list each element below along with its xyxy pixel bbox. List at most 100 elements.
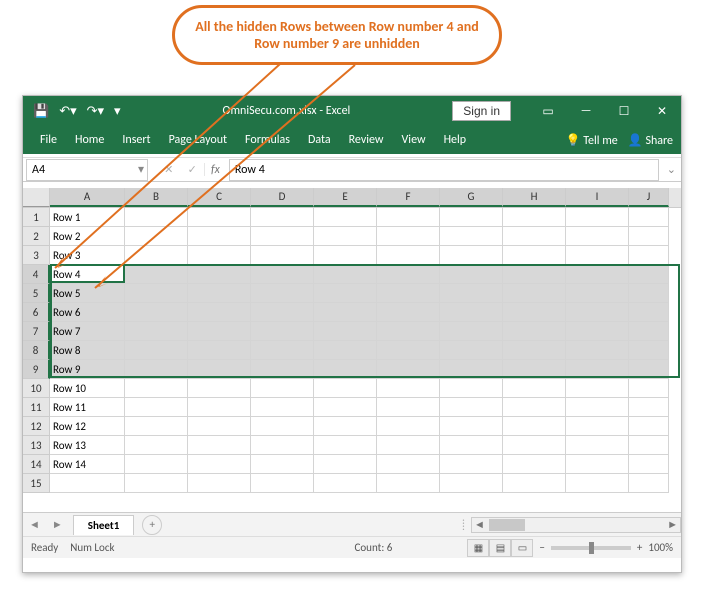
row-header-7[interactable]: 7 [23, 322, 50, 341]
maximize-button[interactable]: ☐ [605, 96, 643, 126]
close-button[interactable]: ✕ [643, 96, 681, 126]
cell[interactable] [566, 208, 629, 227]
cell[interactable] [629, 436, 669, 455]
cell[interactable] [629, 208, 669, 227]
cell[interactable]: Row 3 [50, 246, 125, 265]
cell[interactable] [503, 436, 566, 455]
tab-file[interactable]: File [31, 133, 66, 147]
fx-icon[interactable]: fx [205, 163, 226, 177]
cell[interactable] [377, 227, 440, 246]
cell[interactable] [188, 417, 251, 436]
cell[interactable] [503, 379, 566, 398]
cell[interactable] [314, 284, 377, 303]
cell[interactable] [188, 474, 251, 493]
cell[interactable] [629, 379, 669, 398]
column-header-h[interactable]: H [503, 188, 566, 207]
cell[interactable] [251, 436, 314, 455]
cell[interactable] [377, 417, 440, 436]
cell[interactable] [566, 436, 629, 455]
cell[interactable] [440, 474, 503, 493]
column-header-g[interactable]: G [440, 188, 503, 207]
tab-split-handle[interactable]: ⁞ [462, 518, 471, 531]
cell[interactable] [377, 379, 440, 398]
worksheet-grid[interactable]: ABCDEFGHIJ 1Row 12Row 23Row 34Row 45Row … [23, 188, 681, 512]
cell[interactable] [440, 436, 503, 455]
scroll-left-icon[interactable]: ◄ [472, 518, 487, 531]
cell[interactable] [314, 474, 377, 493]
cell[interactable] [125, 322, 188, 341]
cell[interactable] [629, 284, 669, 303]
cell[interactable] [440, 246, 503, 265]
cell[interactable] [50, 474, 125, 493]
cell[interactable] [377, 455, 440, 474]
cell[interactable] [314, 227, 377, 246]
zoom-slider[interactable] [551, 546, 631, 550]
row-header-1[interactable]: 1 [23, 208, 50, 227]
cell[interactable] [188, 455, 251, 474]
cell[interactable] [125, 208, 188, 227]
cell[interactable] [503, 265, 566, 284]
cell[interactable] [566, 360, 629, 379]
cell[interactable] [251, 227, 314, 246]
cell[interactable] [440, 303, 503, 322]
undo-icon[interactable]: ↶▾ [59, 104, 76, 119]
cell[interactable] [440, 208, 503, 227]
cell[interactable] [314, 455, 377, 474]
cell[interactable] [377, 284, 440, 303]
view-page-break-button[interactable]: ▭ [511, 539, 533, 557]
row-header-5[interactable]: 5 [23, 284, 50, 303]
tab-insert[interactable]: Insert [113, 133, 159, 147]
cell[interactable] [125, 436, 188, 455]
cell[interactable] [503, 284, 566, 303]
tab-review[interactable]: Review [340, 133, 393, 147]
cell[interactable] [566, 417, 629, 436]
zoom-out-button[interactable]: − [539, 541, 544, 554]
cell[interactable]: Row 13 [50, 436, 125, 455]
cell[interactable] [377, 322, 440, 341]
cell[interactable] [188, 379, 251, 398]
column-header-d[interactable]: D [251, 188, 314, 207]
cell[interactable] [503, 398, 566, 417]
cell[interactable] [629, 246, 669, 265]
cell[interactable] [503, 417, 566, 436]
share-button[interactable]: 👤 Share [628, 133, 673, 148]
row-header-2[interactable]: 2 [23, 227, 50, 246]
minimize-button[interactable]: — [567, 96, 605, 126]
sheet-nav-prev-icon[interactable]: ◄ [23, 518, 46, 531]
signin-button[interactable]: Sign in [452, 101, 511, 121]
cell[interactable] [314, 341, 377, 360]
cell[interactable] [440, 341, 503, 360]
cell[interactable] [629, 227, 669, 246]
column-header-b[interactable]: B [125, 188, 188, 207]
cell[interactable] [125, 265, 188, 284]
cell[interactable] [314, 322, 377, 341]
cell[interactable] [251, 341, 314, 360]
column-header-j[interactable]: J [629, 188, 669, 207]
cell[interactable] [377, 246, 440, 265]
formula-input[interactable]: Row 4 [229, 159, 659, 181]
tab-view[interactable]: View [393, 133, 435, 147]
cell[interactable] [566, 455, 629, 474]
cell[interactable] [503, 341, 566, 360]
cell[interactable] [629, 455, 669, 474]
cell[interactable] [503, 227, 566, 246]
column-header-f[interactable]: F [377, 188, 440, 207]
cell[interactable] [503, 322, 566, 341]
cell[interactable] [440, 417, 503, 436]
row-header-3[interactable]: 3 [23, 246, 50, 265]
cell[interactable] [440, 379, 503, 398]
cell[interactable]: Row 7 [50, 322, 125, 341]
cell[interactable] [629, 322, 669, 341]
cell[interactable]: Row 10 [50, 379, 125, 398]
tab-page-layout[interactable]: Page Layout [160, 133, 236, 147]
cell[interactable] [566, 246, 629, 265]
cell[interactable]: Row 4 [50, 265, 125, 284]
cell[interactable] [251, 417, 314, 436]
row-header-9[interactable]: 9 [23, 360, 50, 379]
tab-help[interactable]: Help [435, 133, 476, 147]
cell[interactable]: Row 9 [50, 360, 125, 379]
ribbon-options-icon[interactable]: ▭ [529, 96, 567, 126]
cell[interactable] [188, 341, 251, 360]
cell[interactable]: Row 1 [50, 208, 125, 227]
tab-home[interactable]: Home [66, 133, 113, 147]
